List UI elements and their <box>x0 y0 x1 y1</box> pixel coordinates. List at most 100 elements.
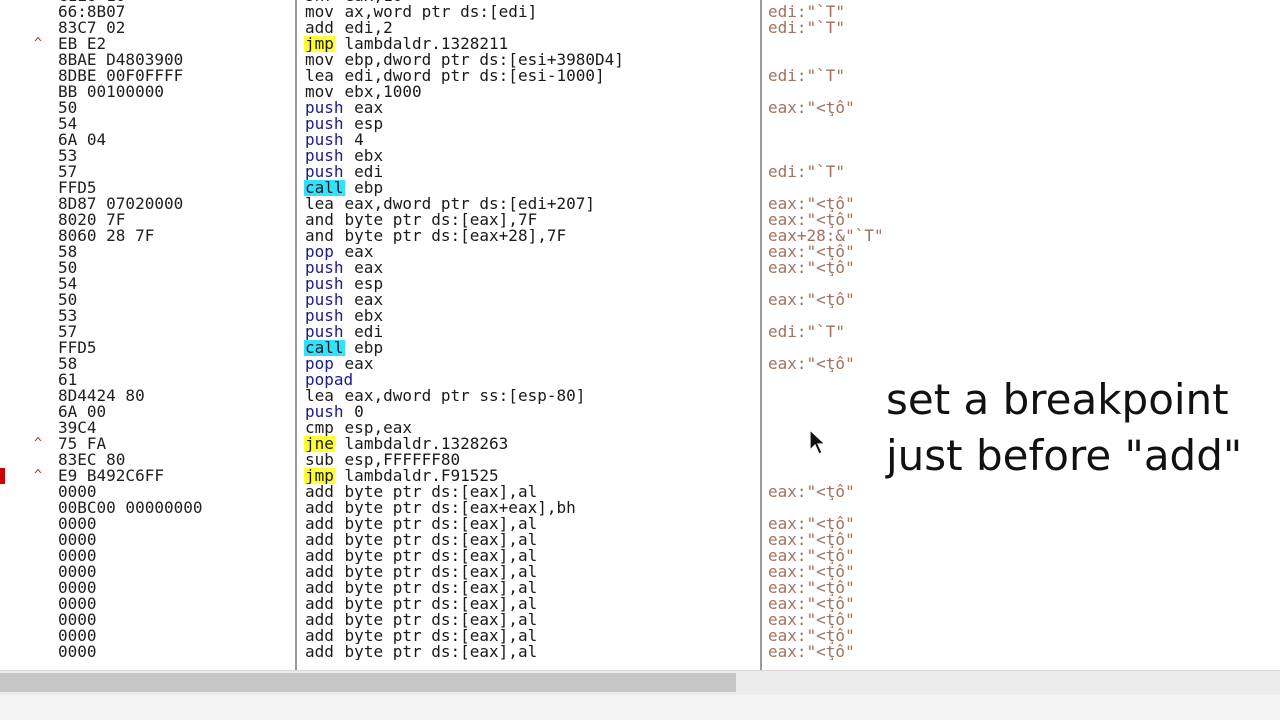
instruction[interactable]: push eax <box>304 292 759 308</box>
disasm-row[interactable]: 00BC00 00000000 add byte ptr ds:[eax+eax]… <box>0 500 880 516</box>
instruction[interactable]: push eax <box>304 260 759 276</box>
instruction[interactable]: push ebx <box>304 148 759 164</box>
breakpoint-gutter[interactable] <box>0 436 8 452</box>
instruction[interactable]: add byte ptr ds:[eax],al <box>304 532 759 548</box>
disasm-row[interactable]: 50 push eax eax:"<ţô" <box>0 100 880 116</box>
instruction[interactable]: push 0 <box>304 404 759 420</box>
disasm-row[interactable]: FFD5 call ebp <box>0 340 880 356</box>
disasm-row[interactable]: 0000 add byte ptr ds:[eax],al eax:"<ţô" <box>0 628 880 644</box>
breakpoint-gutter[interactable] <box>0 308 8 324</box>
breakpoint-gutter[interactable] <box>0 548 8 564</box>
instruction[interactable]: mov ebp,dword ptr ds:[esi+3980D4] <box>304 52 759 68</box>
instruction[interactable]: lea eax,dword ptr ds:[edi+207] <box>304 196 759 212</box>
instruction[interactable]: push edi <box>304 324 759 340</box>
instruction[interactable]: add byte ptr ds:[eax],al <box>304 612 759 628</box>
disasm-row[interactable]: 54 push esp <box>0 276 880 292</box>
instruction[interactable]: add byte ptr ds:[eax],al <box>304 564 759 580</box>
instruction[interactable]: add edi,2 <box>304 20 759 36</box>
instruction[interactable]: mov ebx,1000 <box>304 84 759 100</box>
disasm-row[interactable]: 8D87 07020000 lea eax,dword ptr ds:[edi+2… <box>0 196 880 212</box>
instruction[interactable]: jmp lambdaldr.F91525 <box>304 468 759 484</box>
breakpoint-gutter[interactable] <box>0 132 8 148</box>
instruction[interactable]: lea edi,dword ptr ds:[esi-1000] <box>304 68 759 84</box>
disasm-row[interactable]: 54 push esp <box>0 116 880 132</box>
breakpoint-gutter[interactable] <box>0 212 8 228</box>
disassembly-view[interactable]: C1E8 10shr eax,1066:8B07mov ax,word ptr … <box>0 0 1280 670</box>
breakpoint-gutter[interactable] <box>0 148 8 164</box>
breakpoint-gutter[interactable] <box>0 324 8 340</box>
disasm-row[interactable]: 6A 00 push 0 <box>0 404 880 420</box>
breakpoint-gutter[interactable] <box>0 500 8 516</box>
disasm-row[interactable]: ^ 75 FA jne lambdaldr.1328263 <box>0 436 880 452</box>
breakpoint-gutter[interactable] <box>0 516 8 532</box>
disasm-row[interactable]: 8D4424 80 lea eax,dword ptr ss:[esp-80] <box>0 388 880 404</box>
instruction[interactable]: pop eax <box>304 356 759 372</box>
disasm-row[interactable]: 83EC 80 sub esp,FFFFFF80 <box>0 452 880 468</box>
instruction[interactable]: call ebp <box>304 340 759 356</box>
disasm-row[interactable]: 8BAE D4803900 mov ebp,dword ptr ds:[esi+3… <box>0 52 880 68</box>
instruction[interactable]: add byte ptr ds:[eax],al <box>304 580 759 596</box>
disasm-row[interactable]: 57 push edi edi:"`T" <box>0 324 880 340</box>
instruction[interactable]: cmp esp,eax <box>304 420 759 436</box>
breakpoint-gutter[interactable] <box>0 100 8 116</box>
instruction[interactable]: sub esp,FFFFFF80 <box>304 452 759 468</box>
instruction[interactable]: push eax <box>304 100 759 116</box>
breakpoint-gutter[interactable] <box>0 596 8 612</box>
disasm-row[interactable]: 50 push eax eax:"<ţô" <box>0 292 880 308</box>
instruction[interactable]: push ebx <box>304 308 759 324</box>
breakpoint-gutter[interactable] <box>0 388 8 404</box>
breakpoint-gutter[interactable] <box>0 532 8 548</box>
disasm-row[interactable]: 83C7 02 add edi,2 edi:"`T" <box>0 20 880 36</box>
disasm-row[interactable]: 8DBE 00F0FFFF lea edi,dword ptr ds:[esi-1… <box>0 68 880 84</box>
breakpoint-gutter[interactable] <box>0 628 8 644</box>
disasm-row[interactable]: 0000 add byte ptr ds:[eax],al eax:"<ţô" <box>0 612 880 628</box>
disasm-row[interactable]: 61 popad <box>0 372 880 388</box>
breakpoint-gutter[interactable] <box>0 68 8 84</box>
disasm-row[interactable]: 0000 add byte ptr ds:[eax],al eax:"<ţô" <box>0 596 880 612</box>
disasm-row[interactable]: 50 push eax eax:"<ţô" <box>0 260 880 276</box>
instruction[interactable]: popad <box>304 372 759 388</box>
disasm-row[interactable]: 0000 add byte ptr ds:[eax],al eax:"<ţô" <box>0 516 880 532</box>
disasm-row[interactable]: 0000 add byte ptr ds:[eax],al eax:"<ţô" <box>0 644 880 660</box>
disasm-row[interactable]: 0000 add byte ptr ds:[eax],al eax:"<ţô" <box>0 580 880 596</box>
disasm-row[interactable]: 58 pop eax eax:"<ţô" <box>0 244 880 260</box>
instruction[interactable]: push 4 <box>304 132 759 148</box>
disasm-row[interactable]: 53 push ebx <box>0 308 880 324</box>
instruction[interactable]: and byte ptr ds:[eax],7F <box>304 212 759 228</box>
instruction[interactable]: jne lambdaldr.1328263 <box>304 436 759 452</box>
instruction[interactable]: add byte ptr ds:[eax],al <box>304 484 759 500</box>
instruction[interactable]: push esp <box>304 276 759 292</box>
breakpoint-gutter[interactable] <box>0 404 8 420</box>
instruction[interactable]: pop eax <box>304 244 759 260</box>
instruction[interactable]: add byte ptr ds:[eax],al <box>304 596 759 612</box>
disasm-row[interactable]: 39C4 cmp esp,eax <box>0 420 880 436</box>
breakpoint-gutter[interactable] <box>0 4 8 20</box>
breakpoint-gutter[interactable] <box>0 116 8 132</box>
disasm-row[interactable]: 8060 28 7F and byte ptr ds:[eax+28],7F eax… <box>0 228 884 244</box>
disasm-row[interactable]: FFD5 call ebp <box>0 180 880 196</box>
disasm-row[interactable]: 0000 add byte ptr ds:[eax],al eax:"<ţô" <box>0 564 880 580</box>
breakpoint-gutter[interactable] <box>0 20 8 36</box>
instruction[interactable]: call ebp <box>304 180 759 196</box>
breakpoint-gutter[interactable] <box>0 356 8 372</box>
breakpoint-gutter[interactable] <box>0 228 8 244</box>
instruction[interactable]: add byte ptr ds:[eax+eax],bh <box>304 500 759 516</box>
disasm-row[interactable]: 58 pop eax eax:"<ţô" <box>0 356 880 372</box>
instruction[interactable]: lea eax,dword ptr ss:[esp-80] <box>304 388 759 404</box>
breakpoint-gutter[interactable] <box>0 276 8 292</box>
breakpoint-gutter[interactable] <box>0 180 8 196</box>
disasm-row[interactable]: 0000 add byte ptr ds:[eax],al eax:"<ţô" <box>0 548 880 564</box>
breakpoint-gutter[interactable] <box>0 164 8 180</box>
disasm-row[interactable]: BB 00100000 mov ebx,1000 <box>0 84 880 100</box>
breakpoint-gutter[interactable] <box>0 372 8 388</box>
breakpoint-gutter[interactable] <box>0 340 8 356</box>
instruction[interactable]: push esp <box>304 116 759 132</box>
instruction[interactable]: and byte ptr ds:[eax+28],7F <box>304 228 759 244</box>
disasm-row[interactable]: 53 push ebx <box>0 148 880 164</box>
disasm-row[interactable]: 6A 04 push 4 <box>0 132 880 148</box>
breakpoint-gutter[interactable] <box>0 244 8 260</box>
disasm-row[interactable]: 0000 add byte ptr ds:[eax],al eax:"<ţô" <box>0 484 880 500</box>
breakpoint-gutter[interactable] <box>0 484 8 500</box>
breakpoint-gutter[interactable] <box>0 52 8 68</box>
instruction[interactable]: add byte ptr ds:[eax],al <box>304 628 759 644</box>
